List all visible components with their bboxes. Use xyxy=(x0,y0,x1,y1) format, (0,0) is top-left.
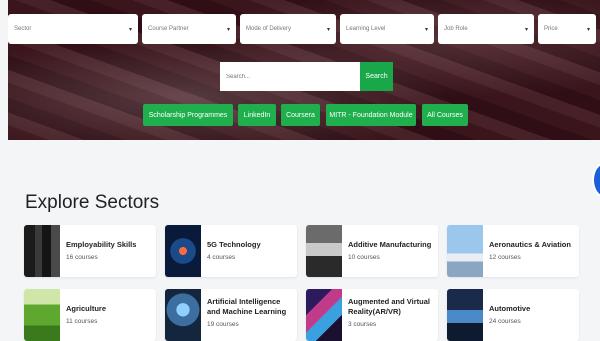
sector-card-additive-manufacturing[interactable]: Additive Manufacturing 10 courses xyxy=(306,225,438,277)
learning-level-filter[interactable]: Learning Level ▾ xyxy=(340,14,434,44)
sector-count: 10 courses xyxy=(348,254,380,261)
filter-label: Price xyxy=(544,26,558,32)
sector-count: 12 courses xyxy=(489,254,521,261)
filter-label: Sector xyxy=(14,26,32,32)
sector-name: Agriculture xyxy=(66,304,107,313)
sector-card-automotive[interactable]: Automotive 24 courses xyxy=(447,289,579,341)
filter-label: Course Partner xyxy=(148,26,189,32)
sector-name: Additive Manufacturing xyxy=(348,240,432,249)
sector-name: Aeronautics & Aviation xyxy=(489,240,571,249)
sector-name: Artificial Intelligence and Machine Lear… xyxy=(207,297,287,316)
airplane-image xyxy=(447,225,483,277)
sector-card-employability-skills[interactable]: Employability Skills 16 courses xyxy=(24,225,156,277)
5g-image xyxy=(165,225,201,277)
sector-name: Augmented and Virtual Reality(AR/VR) xyxy=(348,297,430,316)
mitr-foundation-module-button[interactable]: MITR - Foundation Module xyxy=(326,104,416,126)
course-partner-filter[interactable]: Course Partner ▾ xyxy=(142,14,236,44)
sector-count: 19 courses xyxy=(207,321,239,328)
search-bar: Search xyxy=(220,62,393,91)
vr-image xyxy=(306,289,342,341)
job-role-filter[interactable]: Job Role ▾ xyxy=(438,14,534,44)
sector-card-5g-technology[interactable]: 5G Technology 4 courses xyxy=(165,225,297,277)
search-input[interactable] xyxy=(220,62,360,91)
linkedin-button[interactable]: LinkedIn xyxy=(238,104,276,126)
sector-count: 16 courses xyxy=(66,254,98,261)
car-image xyxy=(447,289,483,341)
filter-label: Mode of Delivery xyxy=(246,26,292,32)
price-filter[interactable]: Price ▾ xyxy=(538,14,596,44)
ai-robot-image xyxy=(165,289,201,341)
sector-filter[interactable]: Sector ▾ xyxy=(8,14,138,44)
3d-printer-image xyxy=(306,225,342,277)
sector-count: 24 courses xyxy=(489,318,521,325)
filter-bar: Sector ▾ Course Partner ▾ Mode of Delive… xyxy=(0,14,600,46)
sector-count: 11 courses xyxy=(66,318,98,325)
chevron-down-icon: ▾ xyxy=(586,26,590,33)
all-courses-button[interactable]: All Courses xyxy=(422,104,468,126)
floating-action-button[interactable] xyxy=(592,162,600,198)
chevron-down-icon: ▾ xyxy=(128,26,132,33)
agriculture-image xyxy=(24,289,60,341)
filter-label: Learning Level xyxy=(346,26,386,32)
sector-card-agriculture[interactable]: Agriculture 11 courses xyxy=(24,289,156,341)
mode-of-delivery-filter[interactable]: Mode of Delivery ▾ xyxy=(240,14,336,44)
sector-card-augmented-virtual-reality[interactable]: Augmented and Virtual Reality(AR/VR) 3 c… xyxy=(306,289,438,341)
search-button[interactable]: Search xyxy=(360,62,393,91)
chevron-down-icon: ▾ xyxy=(226,26,230,33)
section-title: Explore Sectors xyxy=(25,192,160,213)
chevron-down-icon: ▾ xyxy=(326,26,330,33)
sector-card-aeronautics-aviation[interactable]: Aeronautics & Aviation 12 courses xyxy=(447,225,579,277)
sector-name: Automotive xyxy=(489,304,531,313)
filter-label: Job Role xyxy=(444,26,468,32)
sector-name: Employability Skills xyxy=(66,240,137,249)
scholarship-programmes-button[interactable]: Scholarship Programmes xyxy=(143,104,233,126)
sector-count: 4 courses xyxy=(207,254,236,261)
coursera-button[interactable]: Coursera xyxy=(281,104,320,126)
employability-image xyxy=(24,225,60,277)
sector-count: 3 courses xyxy=(348,321,377,328)
chevron-down-icon: ▾ xyxy=(424,26,428,33)
chevron-down-icon: ▾ xyxy=(524,26,528,33)
sector-name: 5G Technology xyxy=(207,240,261,249)
sector-card-artificial-intelligence[interactable]: Artificial Intelligence and Machine Lear… xyxy=(165,289,297,341)
